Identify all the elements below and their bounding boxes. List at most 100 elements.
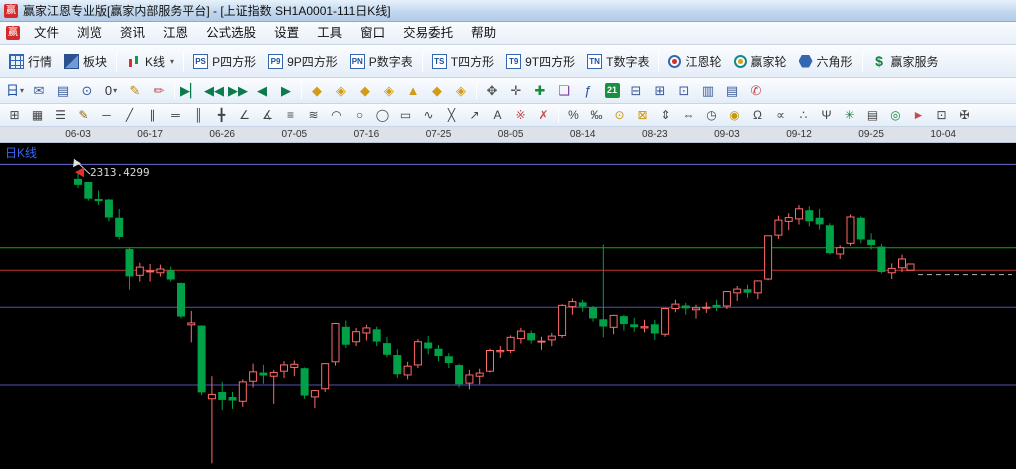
kline-button[interactable]: K线▾	[120, 48, 180, 74]
screen-3-button[interactable]: ⊡	[673, 81, 695, 101]
hexagon-button[interactable]: 六角形	[793, 48, 859, 74]
formula-button[interactable]: ƒ	[577, 81, 599, 101]
pencil-tool[interactable]: ✎	[73, 106, 94, 124]
p-number-button[interactable]: PNP数字表	[344, 48, 419, 74]
menu-item-公式选股[interactable]: 公式选股	[197, 22, 265, 44]
target-tool[interactable]: ◎	[885, 106, 906, 124]
menu-item-工具[interactable]: 工具	[308, 22, 351, 44]
ratio-tool[interactable]: ∝	[770, 106, 791, 124]
t-number-button[interactable]: TNT数字表	[581, 48, 655, 74]
sectors-button[interactable]: 板块	[58, 48, 113, 74]
select-tool[interactable]: ⊞	[4, 106, 25, 124]
menu-item-交易委托[interactable]: 交易委托	[394, 22, 462, 44]
zoom-button[interactable]: ⊙	[76, 81, 98, 101]
period-selector[interactable]: 日▾	[4, 81, 26, 101]
goto-latest-button[interactable]: ▶▏	[179, 81, 201, 101]
chart-canvas[interactable]: 2313.4299	[0, 143, 1016, 469]
crosshair-button[interactable]: ✛	[505, 81, 527, 101]
winner-service-button[interactable]: $赢家服务	[866, 48, 945, 74]
balance-tool[interactable]: Ω	[747, 106, 768, 124]
p-square-button[interactable]: PSP四方形	[187, 48, 262, 74]
winner-wheel-button[interactable]: 赢家轮	[728, 48, 793, 74]
window-button[interactable]: ❏	[553, 81, 575, 101]
menu-item-文件[interactable]: 文件	[25, 22, 68, 44]
band-tool[interactable]: ▤	[862, 106, 883, 124]
pencil-button[interactable]: ✎	[124, 81, 146, 101]
circle-tool[interactable]: ○	[349, 106, 370, 124]
text-tool[interactable]: A	[487, 106, 508, 124]
marker-tool[interactable]: ※	[510, 106, 531, 124]
chart-area[interactable]: 日K线 2313.4299	[0, 143, 1016, 469]
lock-tool[interactable]: ⊡	[931, 106, 952, 124]
message-button[interactable]: ✉	[28, 81, 50, 101]
date-ruler[interactable]: 06-0306-1706-2607-0507-1607-2508-0508-14…	[0, 127, 1016, 143]
app-logo-icon[interactable]: 赢	[4, 4, 18, 18]
cross-tool[interactable]: ╋	[211, 106, 232, 124]
calendar-21-button[interactable]: 21	[601, 81, 623, 101]
layers-tool[interactable]: ▦	[27, 106, 48, 124]
gann-diamond-4-button[interactable]: ◈	[378, 81, 400, 101]
menu-item-设置[interactable]: 设置	[265, 22, 308, 44]
gann-diamond-2-button[interactable]: ◈	[330, 81, 352, 101]
gann-wheel-button[interactable]: 江恩轮	[662, 48, 727, 74]
menu-item-帮助[interactable]: 帮助	[462, 22, 505, 44]
service-call-button[interactable]: ✆	[745, 81, 767, 101]
title-bar[interactable]: 赢 赢家江恩专业版[赢家内部服务平台] - [上证指数 SH1A0001-111…	[0, 0, 1016, 22]
spiral-tool[interactable]: ◉	[724, 106, 745, 124]
gann-angle-tool[interactable]: ∡	[257, 106, 278, 124]
menu-item-资讯[interactable]: 资讯	[111, 22, 154, 44]
gann-box-tool[interactable]: ⊠	[632, 106, 653, 124]
fib-lines-tool[interactable]: ≡	[280, 106, 301, 124]
rect-tool[interactable]: ▭	[395, 106, 416, 124]
flag-tool[interactable]: ►	[908, 106, 929, 124]
clock-tool[interactable]: ◷	[701, 106, 722, 124]
fast-forward-button[interactable]: ▶▶	[227, 81, 249, 101]
hlevel-tool[interactable]: ═	[165, 106, 186, 124]
percent-tool[interactable]: %	[563, 106, 584, 124]
time-range-tool[interactable]: ⇔	[678, 106, 699, 124]
t-square-button[interactable]: TST四方形	[426, 48, 500, 74]
arrow-tool[interactable]: ↗	[464, 106, 485, 124]
fib-fan-tool[interactable]: ≋	[303, 106, 324, 124]
gann-diamond-3-button[interactable]: ◆	[354, 81, 376, 101]
golden-ratio-tool[interactable]: ⊙	[609, 106, 630, 124]
list-tool[interactable]: ☰	[50, 106, 71, 124]
trendline-tool[interactable]: ╱	[119, 106, 140, 124]
gann-diamond-6-button[interactable]: ◈	[450, 81, 472, 101]
p9-square-button[interactable]: P99P四方形	[262, 48, 344, 74]
parallel-tool[interactable]: ∥	[142, 106, 163, 124]
angle-tool[interactable]: ∠	[234, 106, 255, 124]
highlight-button[interactable]: ✏	[148, 81, 170, 101]
step-forward-button[interactable]: ▶	[275, 81, 297, 101]
quotes-button[interactable]: 行情	[3, 48, 58, 74]
layout-button[interactable]: ▥	[697, 81, 719, 101]
t9-square-button[interactable]: T99T四方形	[500, 48, 581, 74]
price-range-tool[interactable]: ⇕	[655, 106, 676, 124]
cycle-tool[interactable]: ◯	[372, 106, 393, 124]
regression-tool[interactable]: ∴	[793, 106, 814, 124]
fast-back-button[interactable]: ◀◀	[203, 81, 225, 101]
menu-item-浏览[interactable]: 浏览	[68, 22, 111, 44]
step-back-button[interactable]: ◀	[251, 81, 273, 101]
screen-2-button[interactable]: ⊞	[649, 81, 671, 101]
gann-diamond-5-button[interactable]: ◆	[426, 81, 448, 101]
report-button[interactable]: ▤	[52, 81, 74, 101]
pan-button[interactable]: ✥	[481, 81, 503, 101]
info-button[interactable]: ✚	[529, 81, 551, 101]
config-tool[interactable]: ✠	[954, 106, 975, 124]
list-button[interactable]: ▤	[721, 81, 743, 101]
gann-up-button[interactable]: ▲	[402, 81, 424, 101]
screen-1-button[interactable]: ⊟	[625, 81, 647, 101]
vline-tool[interactable]: ║	[188, 106, 209, 124]
gann-diamond-1-button[interactable]: ◆	[306, 81, 328, 101]
pitchfork-tool[interactable]: Ψ	[816, 106, 837, 124]
wave-tool[interactable]: ∿	[418, 106, 439, 124]
erase-tool[interactable]: ✗	[533, 106, 554, 124]
star-tool[interactable]: ✳	[839, 106, 860, 124]
bar-count-stepper[interactable]: 0▾	[100, 81, 122, 101]
arc-tool[interactable]: ◠	[326, 106, 347, 124]
menu-item-窗口[interactable]: 窗口	[351, 22, 394, 44]
permille-tool[interactable]: ‰	[586, 106, 607, 124]
zigzag-tool[interactable]: ╳	[441, 106, 462, 124]
hline-tool[interactable]: ─	[96, 106, 117, 124]
